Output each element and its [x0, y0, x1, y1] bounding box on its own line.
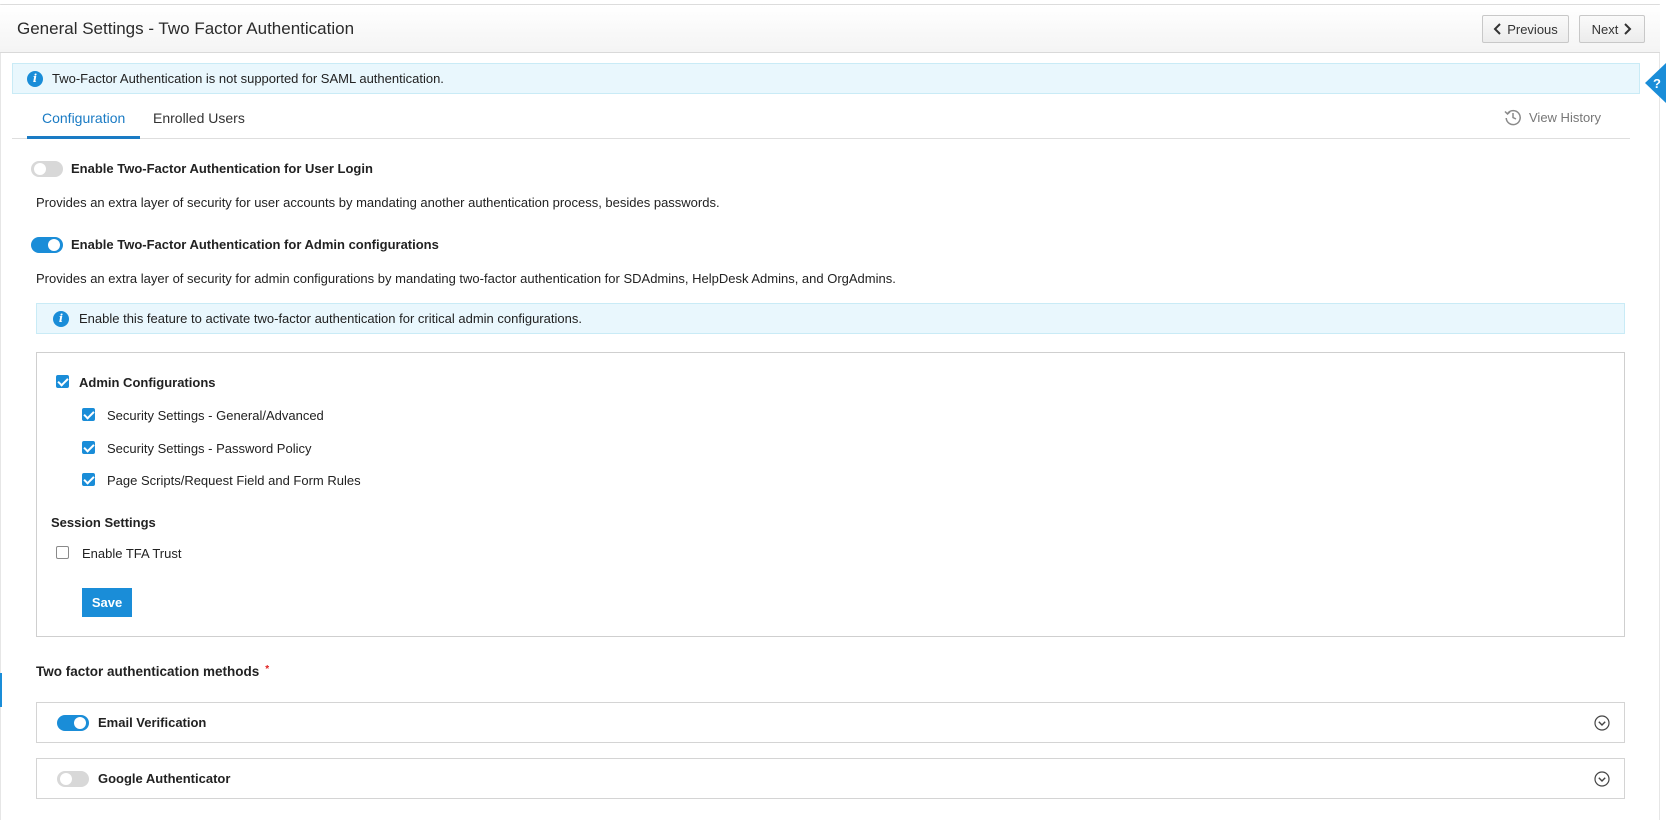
required-mark: *	[265, 664, 270, 675]
user-login-2fa-label: Enable Two-Factor Authentication for Use…	[71, 161, 373, 176]
user-login-2fa-toggle[interactable]	[31, 161, 63, 177]
tab-enrolled-users[interactable]: Enrolled Users	[138, 110, 260, 139]
auth-methods-title-text: Two factor authentication methods	[36, 664, 260, 679]
google-authenticator-label: Google Authenticator	[98, 771, 231, 786]
admin-config-2fa-label: Enable Two-Factor Authentication for Adm…	[71, 237, 439, 252]
next-label: Next	[1591, 21, 1619, 37]
view-history-link[interactable]: View History	[1504, 105, 1601, 129]
chevron-right-icon	[1624, 23, 1632, 35]
security-general-checkbox[interactable]	[82, 408, 95, 421]
google-authenticator-toggle[interactable]	[57, 771, 89, 787]
chevron-left-icon	[1493, 23, 1501, 35]
method-row-email: Email Verification	[36, 702, 1625, 743]
admin-config-2fa-toggle[interactable]	[31, 237, 63, 253]
next-button[interactable]: Next	[1579, 15, 1645, 43]
admin-configurations-checkbox[interactable]	[56, 375, 69, 388]
page-header: General Settings - Two Factor Authentica…	[0, 5, 1660, 53]
page-title: General Settings - Two Factor Authentica…	[17, 19, 355, 38]
auth-methods-title: Two factor authentication methods *	[36, 664, 269, 679]
previous-label: Previous	[1507, 21, 1558, 37]
previous-button[interactable]: Previous	[1482, 15, 1569, 43]
enable-tfa-trust-label: Enable TFA Trust	[82, 546, 182, 561]
email-verification-toggle[interactable]	[57, 715, 89, 731]
tab-configuration[interactable]: Configuration	[27, 110, 141, 139]
admin-config-panel: Admin Configurations Security Settings -…	[36, 352, 1625, 637]
admin-configurations-label: Admin Configurations	[79, 375, 216, 390]
info-icon: i	[27, 70, 43, 87]
chevron-down-circle-icon[interactable]	[1594, 715, 1610, 731]
saml-info-text: Two-Factor Authentication is not support…	[52, 71, 444, 86]
tab-bar: Configuration Enrolled Users View Histor…	[12, 100, 1630, 139]
admin-config-info-text: Enable this feature to activate two-fact…	[79, 311, 582, 326]
method-row-google: Google Authenticator	[36, 758, 1625, 799]
security-password-policy-checkbox[interactable]	[82, 441, 95, 454]
email-verification-label: Email Verification	[98, 715, 207, 730]
info-icon: i	[53, 310, 69, 327]
session-settings-title: Session Settings	[51, 515, 156, 530]
chevron-down-circle-icon[interactable]	[1594, 771, 1610, 787]
admin-config-info-banner: i Enable this feature to activate two-fa…	[36, 303, 1625, 334]
svg-text:?: ?	[1653, 76, 1661, 91]
history-icon	[1504, 109, 1521, 126]
help-icon[interactable]: ?	[1637, 63, 1666, 103]
admin-config-2fa-description: Provides an extra layer of security for …	[36, 271, 896, 286]
left-edge-indicator	[0, 673, 2, 707]
user-login-2fa-description: Provides an extra layer of security for …	[36, 195, 720, 210]
security-general-label: Security Settings - General/Advanced	[107, 408, 324, 423]
enable-tfa-trust-checkbox[interactable]	[56, 546, 69, 559]
page-scripts-checkbox[interactable]	[82, 473, 95, 486]
view-history-label: View History	[1529, 109, 1602, 125]
page-scripts-label: Page Scripts/Request Field and Form Rule…	[107, 473, 361, 488]
saml-info-banner: i Two-Factor Authentication is not suppo…	[12, 63, 1640, 94]
save-button[interactable]: Save	[82, 588, 132, 617]
security-password-policy-label: Security Settings - Password Policy	[107, 441, 312, 456]
